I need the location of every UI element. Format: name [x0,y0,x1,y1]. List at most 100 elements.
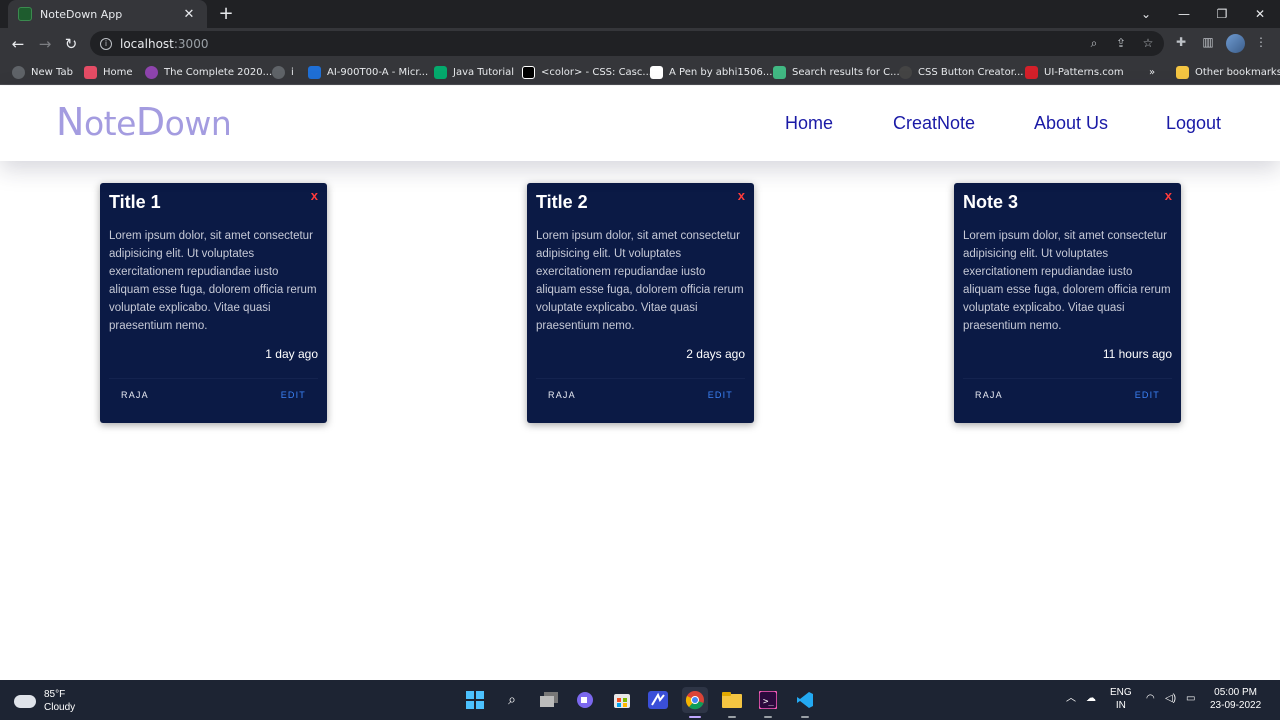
bookmark-item[interactable]: AI-900T00-A - Micr... [308,63,428,81]
volume-icon[interactable]: ◁) [1165,692,1176,705]
edit-note-button[interactable]: EDIT [708,390,733,400]
running-app-indicator [801,716,809,718]
back-icon[interactable]: ← [7,33,29,55]
tray-overflow-chevron-icon[interactable]: ︿ [1066,692,1076,705]
bookmark-item[interactable]: CSS Button Creator... [899,63,1023,81]
address-bar[interactable]: i localhost:3000 ⌕ ⇪ ☆ [90,31,1164,56]
bookmark-item[interactable]: Home [84,63,133,81]
bookmark-item[interactable]: A Pen by abhi1506... [650,63,772,81]
globe-icon [272,65,285,79]
clock[interactable]: 05:00 PM 23-09-2022 [1210,686,1261,712]
tab-close-icon[interactable]: ✕ [181,7,197,22]
nav-logout-link[interactable]: Logout [1166,113,1221,134]
terminal-icon[interactable]: >_ [755,687,781,718]
bookmark-item[interactable]: Java Tutorial [434,63,514,81]
bookmark-item[interactable]: Search results for C... [773,63,900,81]
bookmark-star-icon[interactable]: ☆ [1139,34,1157,52]
nav-create-note-link[interactable]: CreatNote [893,113,975,134]
address-url: localhost:3000 [120,36,209,51]
windows-taskbar: 85°F Cloudy ⌕ >_ ︿ ☁ ENG IN ◠ ◁) ▭ 05:00 P… [0,680,1280,720]
bookmark-item[interactable]: <color> - CSS: Casc... [522,63,652,81]
menu-kebab-icon[interactable]: ⋮ [1252,33,1270,51]
bookmarks-overflow-chevron[interactable]: » [1149,63,1155,81]
note-timestamp: 1 day ago [265,347,318,361]
forward-icon[interactable]: → [34,33,56,55]
note-card: Title 2 x Lorem ipsum dolor, sit amet co… [527,183,754,423]
tab-title: NoteDown App [40,7,123,21]
start-windows-icon[interactable] [462,687,488,713]
site-info-icon[interactable]: i [100,37,112,50]
note-card: Note 3 x Lorem ipsum dolor, sit amet con… [954,183,1181,423]
note-body: Lorem ipsum dolor, sit amet consectetur … [536,230,744,332]
bookmark-favicon-icon [308,65,321,79]
search-icon[interactable]: ⌕ [499,687,525,713]
note-title: Note 3 [963,192,1019,212]
running-app-indicator [728,716,736,718]
nav-home-link[interactable]: Home [785,113,833,134]
weather-widget[interactable]: 85°F Cloudy [14,688,75,714]
restore-icon[interactable]: ❐ [1203,0,1241,28]
new-tab-icon[interactable]: + [216,4,236,24]
side-panel-icon[interactable]: ▥ [1199,33,1217,51]
bookmark-item[interactable]: i [272,63,294,81]
note-title: Title 1 [109,192,161,212]
chrome-icon[interactable] [682,687,708,718]
note-divider [536,378,745,379]
note-divider [963,378,1172,379]
codepen-icon [650,65,663,79]
window-close-icon[interactable]: ✕ [1241,0,1279,28]
notedown-logo[interactable]: NoteDown [56,100,232,144]
task-view-icon[interactable] [536,687,562,713]
note-author: RAJA [975,390,1003,400]
vscode-icon[interactable] [792,687,818,718]
reload-icon[interactable]: ↻ [60,33,82,55]
cloud-icon [14,694,36,708]
weather-temp: 85°F [44,689,66,700]
wifi-icon[interactable]: ◠ [1146,692,1155,705]
delete-note-button[interactable]: x [311,188,318,203]
battery-icon[interactable]: ▭ [1186,692,1195,705]
note-author: RAJA [548,390,576,400]
extensions-icon[interactable]: ✚ [1172,33,1190,51]
note-author: RAJA [121,390,149,400]
bookmark-favicon-icon [84,65,97,79]
onedrive-cloud-icon[interactable]: ☁ [1086,692,1096,705]
nav-about-us-link[interactable]: About Us [1034,113,1108,134]
note-title: Title 2 [536,192,588,212]
globe-icon [12,65,25,79]
tab-search-chevron-icon[interactable]: ⌄ [1127,0,1165,28]
bookmark-item[interactable]: New Tab [12,63,73,81]
teams-chat-icon[interactable] [572,687,598,713]
microsoft-store-icon[interactable] [609,687,635,713]
note-body: Lorem ipsum dolor, sit amet consectetur … [109,230,317,332]
note-body: Lorem ipsum dolor, sit amet consectetur … [963,230,1171,332]
bookmark-favicon-icon [522,65,535,79]
note-timestamp: 11 hours ago [1102,347,1172,361]
delete-note-button[interactable]: x [1165,188,1172,203]
vue-icon [773,65,786,79]
bookmark-favicon-icon [434,65,447,79]
file-explorer-icon[interactable] [719,687,745,718]
active-app-indicator [689,716,701,718]
bookmark-favicon-icon [1025,65,1038,79]
zoom-icon[interactable]: ⌕ [1085,34,1103,52]
bookmark-item[interactable]: The Complete 2020... [145,63,272,81]
note-card: Title 1 x Lorem ipsum dolor, sit amet co… [100,183,327,423]
bookmarks-bar: New Tab Home The Complete 2020... i AI-9… [0,59,1280,85]
app-icon[interactable] [645,687,671,713]
note-divider [109,378,318,379]
edit-note-button[interactable]: EDIT [1135,390,1160,400]
share-icon[interactable]: ⇪ [1112,34,1130,52]
edit-note-button[interactable]: EDIT [281,390,306,400]
profile-avatar[interactable] [1226,34,1245,53]
bookmark-item[interactable]: UI-Patterns.com [1025,63,1124,81]
tab-favicon-icon [18,7,32,21]
folder-icon [1176,65,1189,79]
browser-tab[interactable]: NoteDown App ✕ [8,0,207,28]
browser-tab-strip: NoteDown App ✕ + ⌄ — ❐ ✕ [0,0,1280,28]
minimize-icon[interactable]: — [1165,0,1203,28]
delete-note-button[interactable]: x [738,188,745,203]
other-bookmarks[interactable]: Other bookmarks [1176,63,1280,81]
language-indicator[interactable]: ENG IN [1110,686,1132,712]
browser-toolbar: ← → ↻ i localhost:3000 ⌕ ⇪ ☆ [0,28,1280,59]
